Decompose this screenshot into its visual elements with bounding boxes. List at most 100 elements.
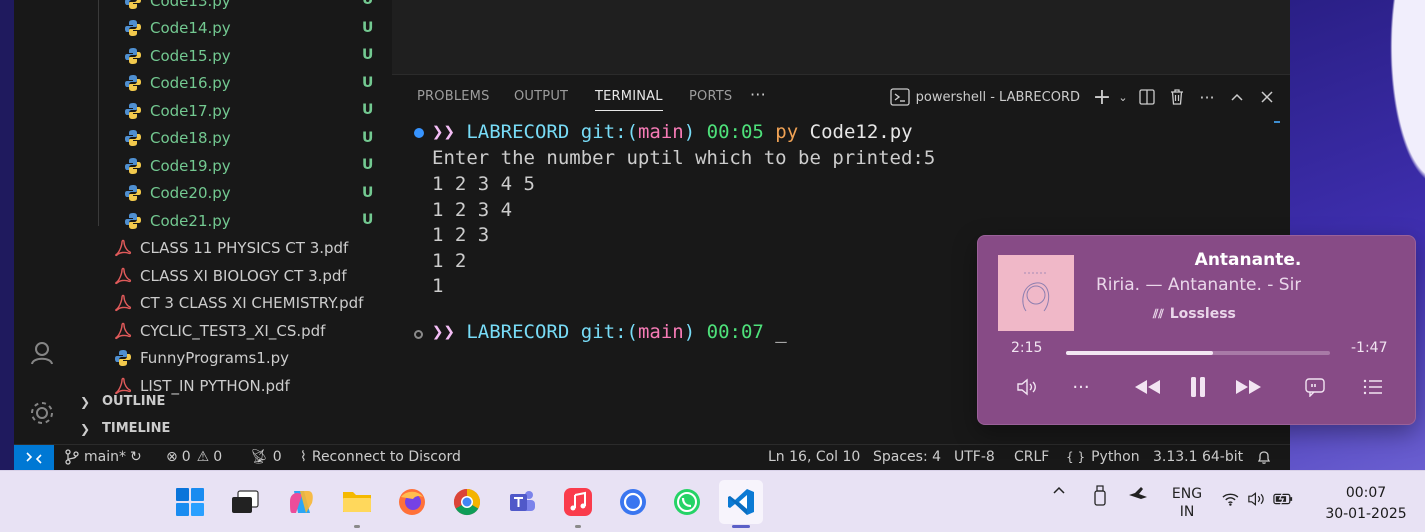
branch-status[interactable]: main* bbox=[64, 449, 126, 465]
file-name: Code14.py bbox=[150, 19, 231, 37]
file-item[interactable]: Code14.py bbox=[124, 15, 231, 42]
next-track-icon[interactable] bbox=[1233, 374, 1265, 400]
more-actions-button[interactable]: ··· bbox=[750, 85, 766, 104]
file-name: Code13.py bbox=[150, 0, 231, 10]
lossless-icon: ⫽⫽ bbox=[1153, 306, 1164, 321]
more-terminal-actions-icon[interactable]: ··· bbox=[1192, 85, 1222, 109]
file-item[interactable]: Code15.py bbox=[124, 42, 231, 69]
chevron-down-icon[interactable]: ⌄ bbox=[1114, 85, 1132, 109]
cursor-position[interactable]: Ln 16, Col 10 bbox=[768, 449, 860, 465]
terminal-prompt-line: ❯❯ LABRECORD git:(main) 00:05 py Code12.… bbox=[432, 121, 913, 143]
python-file-icon bbox=[124, 184, 142, 202]
usb-drive-icon[interactable] bbox=[1090, 485, 1110, 507]
python-interpreter[interactable]: 3.13.1 64-bit bbox=[1153, 449, 1243, 465]
manage-gear-icon[interactable] bbox=[27, 398, 57, 428]
task-view-icon[interactable] bbox=[223, 480, 267, 524]
tab-terminal[interactable]: TERMINAL bbox=[595, 89, 663, 111]
file-item[interactable]: Code17.py bbox=[124, 97, 231, 124]
progress-bar[interactable] bbox=[1066, 351, 1330, 355]
close-panel-icon[interactable] bbox=[1252, 85, 1282, 109]
file-item[interactable]: FunnyPrograms1.py bbox=[114, 345, 289, 372]
discord-status[interactable]: ⌇ Reconnect to Discord bbox=[300, 449, 461, 465]
whatsapp-icon[interactable] bbox=[665, 480, 709, 524]
sync-icon[interactable]: ↻ bbox=[130, 449, 142, 465]
output-line: 1 2 3 bbox=[432, 224, 490, 246]
prompt-dir: LABRECORD bbox=[466, 321, 570, 343]
quick-settings-button[interactable] bbox=[1222, 491, 1294, 507]
wifi-icon bbox=[1222, 493, 1239, 506]
file-item[interactable]: CYCLIC_TEST3_XI_CS.pdf bbox=[114, 317, 325, 344]
pdf-file-icon bbox=[114, 294, 132, 312]
app-tray-icon[interactable] bbox=[1126, 485, 1150, 501]
lyrics-icon[interactable] bbox=[1299, 374, 1331, 400]
tab-output[interactable]: OUTPUT bbox=[514, 89, 568, 104]
elapsed-time: 2:15 bbox=[1011, 340, 1043, 356]
speaker-icon bbox=[1248, 492, 1264, 506]
track-title: Antanante. bbox=[1194, 250, 1302, 270]
language-mode[interactable]: { } Python bbox=[1066, 449, 1140, 465]
output-line: 1 bbox=[432, 275, 444, 297]
explorer-sidebar: Code13.py U Code14.py U Code15.py U Code16.py U… bbox=[72, 0, 392, 444]
line-endings[interactable]: CRLF bbox=[1014, 449, 1049, 465]
battery-charging-icon bbox=[1273, 493, 1293, 505]
previous-track-icon[interactable] bbox=[1131, 374, 1163, 400]
prompt-time: 00:05 bbox=[706, 121, 764, 143]
scrollbar-marker[interactable] bbox=[1274, 121, 1280, 123]
file-item[interactable]: Code19.py bbox=[124, 152, 231, 179]
notifications-bell-icon[interactable] bbox=[1256, 449, 1272, 465]
file-item[interactable]: Code16.py bbox=[124, 70, 231, 97]
firefox-icon[interactable] bbox=[390, 480, 434, 524]
queue-list-icon[interactable] bbox=[1357, 374, 1389, 400]
vscode-icon[interactable] bbox=[719, 480, 763, 528]
chrome-icon[interactable] bbox=[445, 480, 489, 524]
tree-indent-guide bbox=[98, 0, 99, 226]
file-item[interactable]: Code21.py bbox=[124, 207, 231, 234]
output-line: Enter the number uptil which to be print… bbox=[432, 147, 936, 169]
command-pending-dot[interactable] bbox=[414, 330, 423, 339]
untracked-badge: U bbox=[362, 129, 374, 146]
tab-problems[interactable]: PROBLEMS bbox=[417, 89, 490, 104]
problems-status[interactable]: ⊗ 0 ⚠ 0 bbox=[166, 449, 222, 465]
new-terminal-button[interactable]: + bbox=[1090, 85, 1114, 110]
remote-indicator-button[interactable] bbox=[14, 445, 54, 471]
file-item[interactable]: CLASS XI BIOLOGY CT 3.pdf bbox=[114, 262, 347, 289]
file-item[interactable]: Code20.py bbox=[124, 180, 231, 207]
file-item[interactable]: CLASS 11 PHYSICS CT 3.pdf bbox=[114, 235, 348, 262]
file-item[interactable]: Code18.py bbox=[124, 125, 231, 152]
encoding[interactable]: UTF-8 bbox=[954, 449, 995, 465]
pause-icon[interactable] bbox=[1182, 374, 1214, 400]
prompt-arrows: ❯❯ bbox=[432, 121, 455, 143]
copilot-icon[interactable] bbox=[279, 480, 323, 524]
timeline-section[interactable]: ❯ TIMELINE bbox=[80, 421, 170, 436]
discord-label: Reconnect to Discord bbox=[311, 449, 461, 465]
apple-music-icon[interactable] bbox=[556, 480, 600, 528]
accounts-icon[interactable] bbox=[27, 338, 57, 368]
file-item[interactable]: Code13.py bbox=[124, 0, 231, 14]
command-arg: Code12.py bbox=[809, 121, 913, 143]
show-hidden-icons-chevron-icon[interactable] bbox=[1048, 485, 1070, 495]
file-explorer-icon[interactable] bbox=[335, 480, 379, 528]
language-top: ENG bbox=[1171, 486, 1203, 502]
panel-tabs: PROBLEMS OUTPUT TERMINAL PORTS ··· power… bbox=[392, 75, 1290, 119]
file-name: Code15.py bbox=[150, 46, 231, 65]
file-name: Code17.py bbox=[150, 101, 231, 120]
command-success-dot[interactable] bbox=[414, 128, 424, 138]
maximize-panel-chevron-up-icon[interactable] bbox=[1222, 85, 1252, 109]
volume-icon[interactable] bbox=[1012, 374, 1044, 400]
teams-icon[interactable] bbox=[500, 480, 544, 524]
language-indicator[interactable]: ENG IN bbox=[1166, 485, 1208, 521]
file-item[interactable]: CT 3 CLASS XI CHEMISTRY.pdf bbox=[114, 290, 363, 317]
git-branch: main bbox=[637, 121, 684, 143]
ports-status[interactable]: 📡︎ 0 bbox=[250, 449, 282, 465]
tab-ports[interactable]: PORTS bbox=[689, 89, 732, 104]
start-icon[interactable] bbox=[168, 480, 212, 524]
python-file-icon bbox=[124, 0, 142, 10]
outline-section[interactable]: ❯ OUTLINE bbox=[80, 394, 165, 409]
split-terminal-button[interactable] bbox=[1132, 85, 1162, 109]
terminal-selector[interactable]: powershell - LABRECORD bbox=[890, 88, 1080, 106]
more-options-icon[interactable]: ··· bbox=[1065, 374, 1097, 400]
indentation[interactable]: Spaces: 4 bbox=[873, 449, 941, 465]
signal-icon[interactable] bbox=[611, 480, 655, 524]
kill-terminal-trash-icon[interactable] bbox=[1162, 85, 1192, 109]
system-clock[interactable]: 00:07 30-01-2025 bbox=[1318, 483, 1414, 525]
